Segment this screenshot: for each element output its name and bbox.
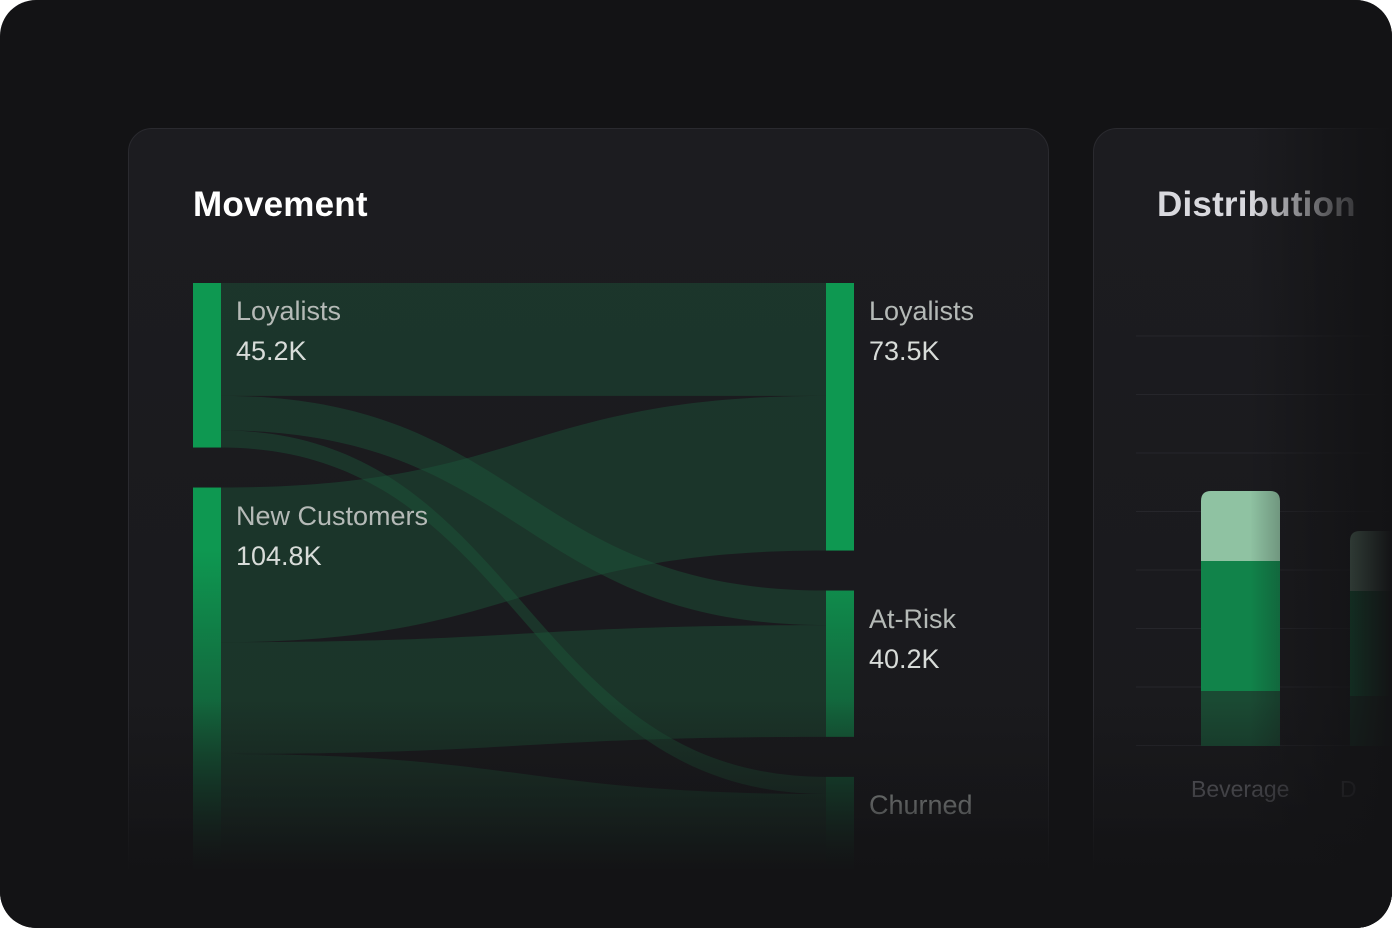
target-node-label: Churned: [869, 785, 973, 825]
bar-category-label: Beverage: [1191, 776, 1290, 802]
bar-segment: [1350, 696, 1392, 746]
source-node-value: 104.8K: [236, 540, 322, 571]
target-node-name: Churned: [869, 789, 973, 820]
source-node-bar: [193, 283, 221, 448]
target-node-name: Loyalists: [869, 296, 975, 326]
target-node-value: 73.5K: [869, 336, 940, 366]
distribution-bar-chart: [1136, 335, 1392, 746]
target-node-bar: [826, 590, 854, 737]
source-node-bar: [193, 487, 221, 869]
target-node-value: 40.2K: [869, 643, 940, 674]
movement-card: Movement Loyalists 45.2K New Customers 104.…: [128, 128, 1049, 928]
target-node-label: Loyalists 73.5K: [869, 291, 974, 371]
distribution-card: Distribution Beverage D: [1093, 128, 1392, 928]
app-frame: Movement Loyalists 45.2K New Customers 104.…: [0, 0, 1392, 928]
source-node-name: New Customers: [236, 500, 429, 531]
bar-segment: [1201, 691, 1280, 746]
target-node-bar: [826, 283, 854, 551]
bar-segment: [1201, 491, 1280, 561]
source-node-label: New Customers 104.8K: [236, 496, 428, 576]
source-node-name: Loyalists: [236, 296, 342, 326]
bar-segment: [1350, 531, 1392, 591]
bar-category-label: D: [1340, 776, 1357, 802]
bar-segment: [1201, 561, 1280, 691]
source-node-value: 45.2K: [236, 336, 307, 366]
sankey-link: [221, 625, 826, 754]
target-node-bar: [826, 776, 854, 909]
target-node-name: At-Risk: [869, 603, 956, 634]
target-node-label: At-Risk 40.2K: [869, 599, 956, 679]
bar-segment: [1350, 591, 1392, 696]
source-node-label: Loyalists 45.2K: [236, 291, 341, 371]
